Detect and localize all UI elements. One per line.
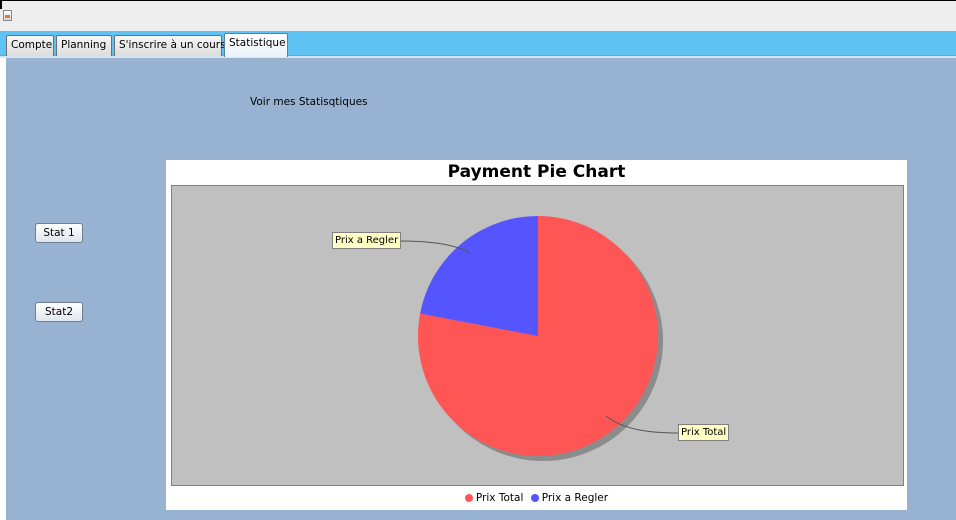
pie-label-prix-a-regler: Prix a Regler (332, 232, 402, 249)
legend-label-prix-total: Prix Total (475, 492, 524, 504)
legend-dot-prix-total (464, 494, 473, 502)
java-app-icon (3, 10, 12, 21)
chart-plot-area: Prix a Regler Prix Total (171, 185, 904, 486)
legend-item-prix-a-regler: Prix a Regler (530, 492, 609, 504)
legend-dot-prix-a-regler (530, 494, 539, 502)
panel-left-border (0, 58, 6, 520)
window-edge (0, 1, 2, 9)
tab-sinscrire[interactable]: S'inscrire à un cours (114, 35, 226, 56)
tab-statistique[interactable]: Statistique (224, 33, 288, 57)
pie-svg (397, 216, 679, 461)
stat1-button[interactable]: Stat 1 (35, 223, 83, 243)
chart-title: Payment Pie Chart (447, 162, 626, 182)
tab-planning[interactable]: Planning (56, 35, 112, 56)
stat2-button[interactable]: Stat2 (35, 302, 83, 322)
tab-compte[interactable]: Compte (6, 35, 54, 56)
statistics-caption: Voir mes Statisqtiques (250, 96, 368, 108)
legend-item-prix-total: Prix Total (464, 492, 524, 504)
chart-legend: Prix Total Prix a Regler (166, 492, 907, 504)
pie-label-prix-total: Prix Total (678, 424, 730, 441)
payment-pie-chart: Payment Pie Chart Prix a Regler Prix Tot… (166, 160, 907, 510)
legend-label-prix-a-regler: Prix a Regler (541, 492, 609, 504)
window-title-bar (0, 0, 956, 31)
